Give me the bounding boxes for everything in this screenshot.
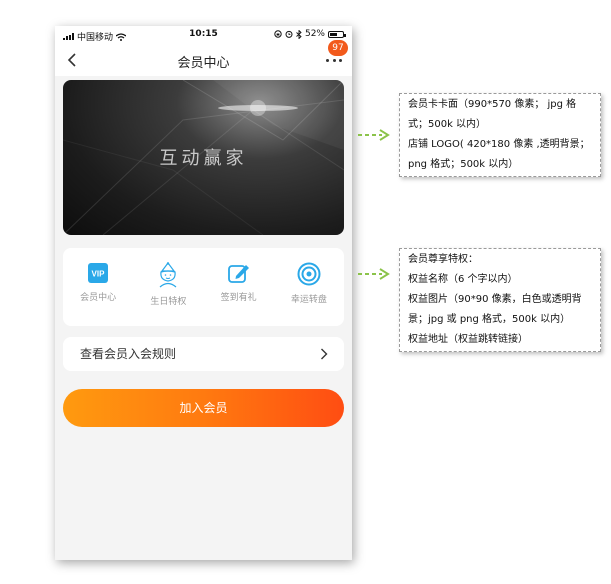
status-right: 52% xyxy=(274,29,346,39)
membership-card: 互动赢家 xyxy=(63,80,344,235)
status-bar: 中国移动 10:15 52% xyxy=(55,26,352,44)
annotation-arrow-card xyxy=(358,129,390,141)
privileges-spec-note: 会员尊享特权： 权益名称（6 个字以内） 权益图片（90*90 像素，白色或透明… xyxy=(399,248,601,352)
card-logo-text: 互动赢家 xyxy=(159,148,248,169)
notification-badge: 97 xyxy=(328,40,348,56)
note-line: 会员尊享特权： xyxy=(408,254,478,265)
canvas: 中国移动 10:15 52% 会员中心 97 互动赢家 VIP 会员中心 生日特… xyxy=(0,0,611,584)
more-icon[interactable] xyxy=(326,59,342,65)
alarm-icon xyxy=(285,30,293,38)
lock-rotation-icon xyxy=(274,30,282,38)
note-line: 景；jpg 或 png 格式，500k 以内） xyxy=(408,314,571,325)
privileges-panel: VIP 会员中心 生日特权 签到有礼 幸运转盘 xyxy=(63,248,344,326)
rules-label: 查看会员入会规则 xyxy=(80,347,177,361)
privilege-member-center[interactable]: VIP 会员中心 xyxy=(68,262,128,303)
nav-bar: 会员中心 97 xyxy=(55,40,352,76)
note-line: 式；500k 以内） xyxy=(408,119,487,130)
note-line: png 格式；500k 以内） xyxy=(408,159,519,170)
vip-icon: VIP xyxy=(88,263,109,283)
note-line: 店铺 LOGO( 420*180 像素 ,透明背景； xyxy=(408,139,590,150)
svg-text:VIP: VIP xyxy=(92,270,106,279)
privilege-birthday[interactable]: 生日特权 xyxy=(138,262,198,307)
privilege-label: 会员中心 xyxy=(80,293,117,303)
annotation-arrow-privileges xyxy=(358,268,390,280)
privilege-label: 幸运转盘 xyxy=(290,295,327,305)
bluetooth-icon xyxy=(296,29,302,39)
privilege-label: 签到有礼 xyxy=(220,293,257,303)
join-member-button[interactable]: 加入会员 xyxy=(63,389,344,427)
note-line: 权益名称（6 个字以内） xyxy=(408,274,518,285)
birthday-icon xyxy=(159,262,177,288)
note-line: 权益地址（权益跳转链接） xyxy=(408,334,528,345)
note-line: 会员卡卡面（990*570 像素； jpg 格 xyxy=(408,99,577,110)
rules-row[interactable]: 查看会员入会规则 xyxy=(63,337,344,371)
battery-icon xyxy=(328,30,346,38)
privilege-lucky-wheel[interactable]: 幸运转盘 xyxy=(279,262,339,305)
chevron-right-icon xyxy=(321,348,328,360)
phone-screen: 中国移动 10:15 52% 会员中心 97 互动赢家 VIP 会员中心 生日特… xyxy=(55,26,352,560)
privilege-checkin[interactable]: 签到有礼 xyxy=(209,262,269,303)
note-line: 权益图片（90*90 像素，白色或透明背 xyxy=(408,294,582,305)
page-title: 会员中心 xyxy=(177,56,230,71)
battery-percent: 52% xyxy=(304,29,325,39)
card-spec-note: 会员卡卡面（990*570 像素； jpg 格 式；500k 以内） 店铺 LO… xyxy=(399,93,601,177)
privilege-label: 生日特权 xyxy=(150,297,187,307)
target-icon xyxy=(297,262,321,286)
edit-icon xyxy=(227,265,249,283)
